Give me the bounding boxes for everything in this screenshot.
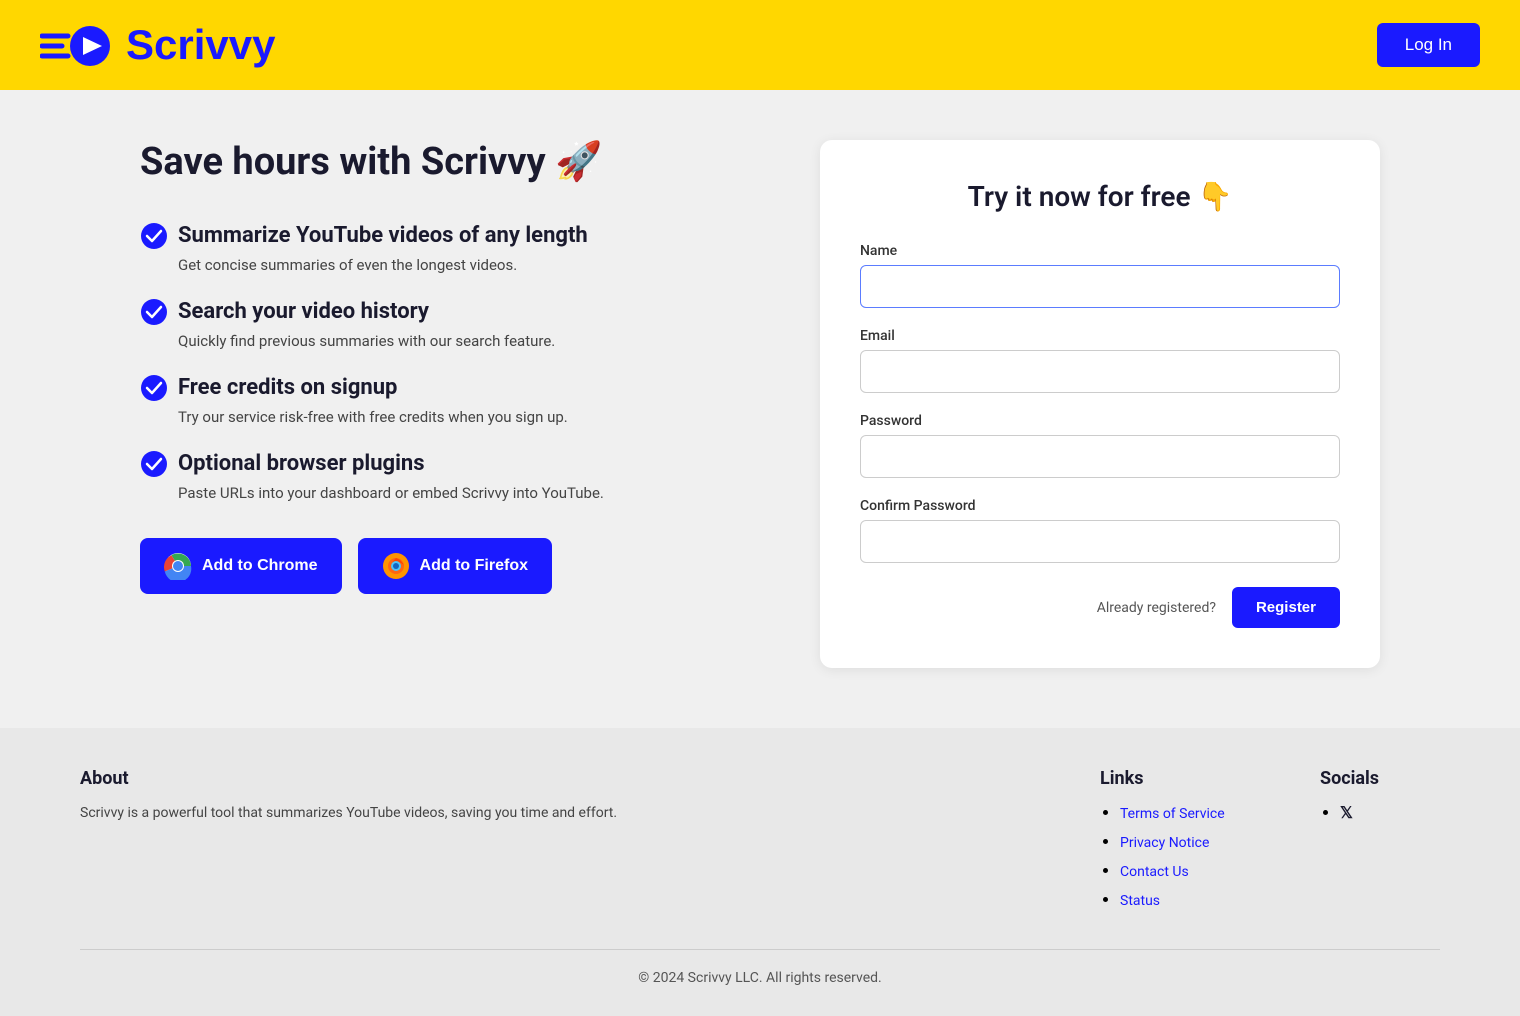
terms-of-service-link[interactable]: Terms of Service — [1120, 806, 1225, 822]
left-panel: Save hours with Scrivvy 🚀 Summarize YouT… — [140, 140, 760, 594]
status-link[interactable]: Status — [1120, 893, 1160, 909]
feature-desc-1: Get concise summaries of even the longes… — [178, 256, 760, 274]
main-content: Save hours with Scrivvy 🚀 Summarize YouT… — [0, 90, 1520, 728]
about-text: Scrivvy is a powerful tool that summariz… — [80, 803, 1040, 824]
hero-title: Save hours with Scrivvy 🚀 — [140, 140, 760, 186]
feature-item-3: Free credits on signup Try our service r… — [140, 374, 760, 426]
check-icon-4 — [140, 450, 168, 478]
footer-socials-section: Socials 𝕏 — [1320, 768, 1440, 919]
feature-heading-3: Free credits on signup — [140, 374, 760, 402]
email-group: Email — [860, 328, 1340, 393]
list-item: Status — [1120, 890, 1260, 909]
footer-links: Terms of Service Privacy Notice Contact … — [1100, 803, 1260, 909]
name-input[interactable] — [860, 265, 1340, 308]
name-group: Name — [860, 243, 1340, 308]
privacy-notice-link[interactable]: Privacy Notice — [1120, 835, 1209, 851]
email-input[interactable] — [860, 350, 1340, 393]
firefox-icon — [382, 552, 410, 580]
contact-us-link[interactable]: Contact Us — [1120, 864, 1189, 880]
footer-copyright: © 2024 Scrivvy LLC. All rights reserved. — [80, 949, 1440, 986]
confirm-password-label: Confirm Password — [860, 498, 1340, 514]
check-icon-1 — [140, 222, 168, 250]
feature-heading-4: Optional browser plugins — [140, 450, 760, 478]
register-button[interactable]: Register — [1232, 587, 1340, 628]
footer-about: About Scrivvy is a powerful tool that su… — [80, 768, 1040, 919]
name-label: Name — [860, 243, 1340, 259]
browser-buttons: Add to Chrome Add to Firefox — [140, 538, 760, 594]
email-label: Email — [860, 328, 1340, 344]
feature-item-2: Search your video history Quickly find p… — [140, 298, 760, 350]
login-button[interactable]: Log In — [1377, 23, 1480, 67]
check-icon-2 — [140, 298, 168, 326]
add-to-firefox-button[interactable]: Add to Firefox — [358, 538, 552, 594]
x-social-link[interactable]: 𝕏 — [1340, 803, 1353, 822]
footer: About Scrivvy is a powerful tool that su… — [0, 728, 1520, 1016]
socials-title: Socials — [1320, 768, 1440, 789]
links-title: Links — [1100, 768, 1260, 789]
list-item: Contact Us — [1120, 861, 1260, 880]
signup-form-panel: Try it now for free 👇 Name Email Passwor… — [820, 140, 1380, 668]
form-title: Try it now for free 👇 — [860, 180, 1340, 213]
list-item: Terms of Service — [1120, 803, 1260, 822]
header: Scrivvy Log In — [0, 0, 1520, 90]
check-icon-3 — [140, 374, 168, 402]
footer-links-section: Links Terms of Service Privacy Notice Co… — [1100, 768, 1260, 919]
password-group: Password — [860, 413, 1340, 478]
feature-heading-2: Search your video history — [140, 298, 760, 326]
logo-text: Scrivvy — [126, 21, 275, 69]
footer-content: About Scrivvy is a powerful tool that su… — [80, 768, 1440, 919]
add-to-chrome-button[interactable]: Add to Chrome — [140, 538, 342, 594]
chrome-icon — [164, 552, 192, 580]
list-item: 𝕏 — [1340, 803, 1440, 822]
feature-desc-3: Try our service risk-free with free cred… — [178, 408, 760, 426]
footer-socials: 𝕏 — [1320, 803, 1440, 822]
already-registered-text: Already registered? — [1097, 600, 1216, 616]
password-label: Password — [860, 413, 1340, 429]
feature-item-1: Summarize YouTube videos of any length G… — [140, 222, 760, 274]
logo-icon — [40, 18, 112, 73]
password-input[interactable] — [860, 435, 1340, 478]
list-item: Privacy Notice — [1120, 832, 1260, 851]
feature-item-4: Optional browser plugins Paste URLs into… — [140, 450, 760, 502]
feature-heading-1: Summarize YouTube videos of any length — [140, 222, 760, 250]
logo-area: Scrivvy — [40, 18, 275, 73]
about-title: About — [80, 768, 1040, 789]
feature-desc-4: Paste URLs into your dashboard or embed … — [178, 484, 760, 502]
confirm-password-group: Confirm Password — [860, 498, 1340, 563]
form-footer: Already registered? Register — [860, 587, 1340, 628]
feature-desc-2: Quickly find previous summaries with our… — [178, 332, 760, 350]
confirm-password-input[interactable] — [860, 520, 1340, 563]
